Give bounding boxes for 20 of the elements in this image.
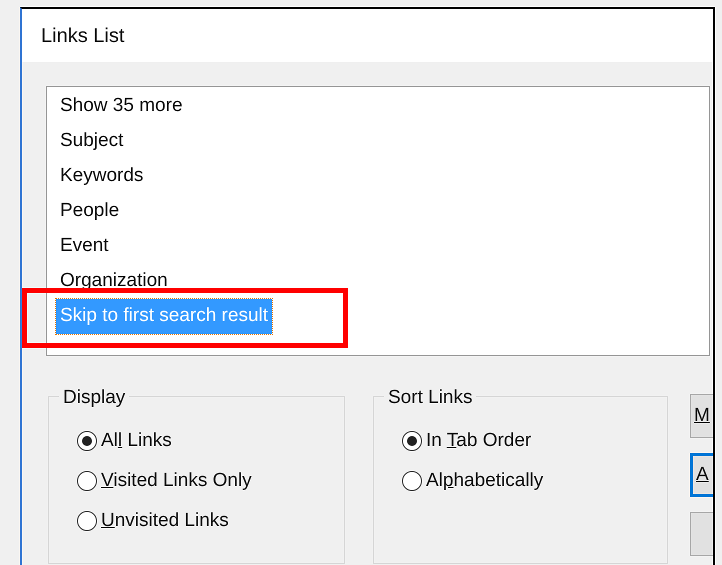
radio-button[interactable] [77,431,97,451]
radio-button[interactable] [77,511,97,531]
dialog-button[interactable]: A [690,453,713,497]
radio-label[interactable]: All Links [101,426,172,456]
list-item[interactable]: Subject [56,124,128,159]
radio-button[interactable] [402,431,422,451]
dialog-button[interactable]: M [690,394,713,438]
radio-label[interactable]: Alphabetically [426,466,544,496]
list-item[interactable]: Event [56,229,113,264]
radio-label[interactable]: Visited Links Only [101,466,252,496]
radio-button[interactable] [402,471,422,491]
window-title: Links List [41,24,124,48]
list-item[interactable]: Show 35 more [56,89,187,124]
radio-label[interactable]: In Tab Order [426,426,532,456]
radio-label[interactable]: Unvisited Links [101,506,229,536]
radio-button[interactable] [77,471,97,491]
list-item[interactable]: People [56,194,124,229]
list-item[interactable]: Keywords [56,159,148,194]
list-item[interactable]: Organization [56,264,172,299]
links-listbox[interactable]: Show 35 more Subject Keywords People Event Organization Skip to first search result [46,86,710,356]
